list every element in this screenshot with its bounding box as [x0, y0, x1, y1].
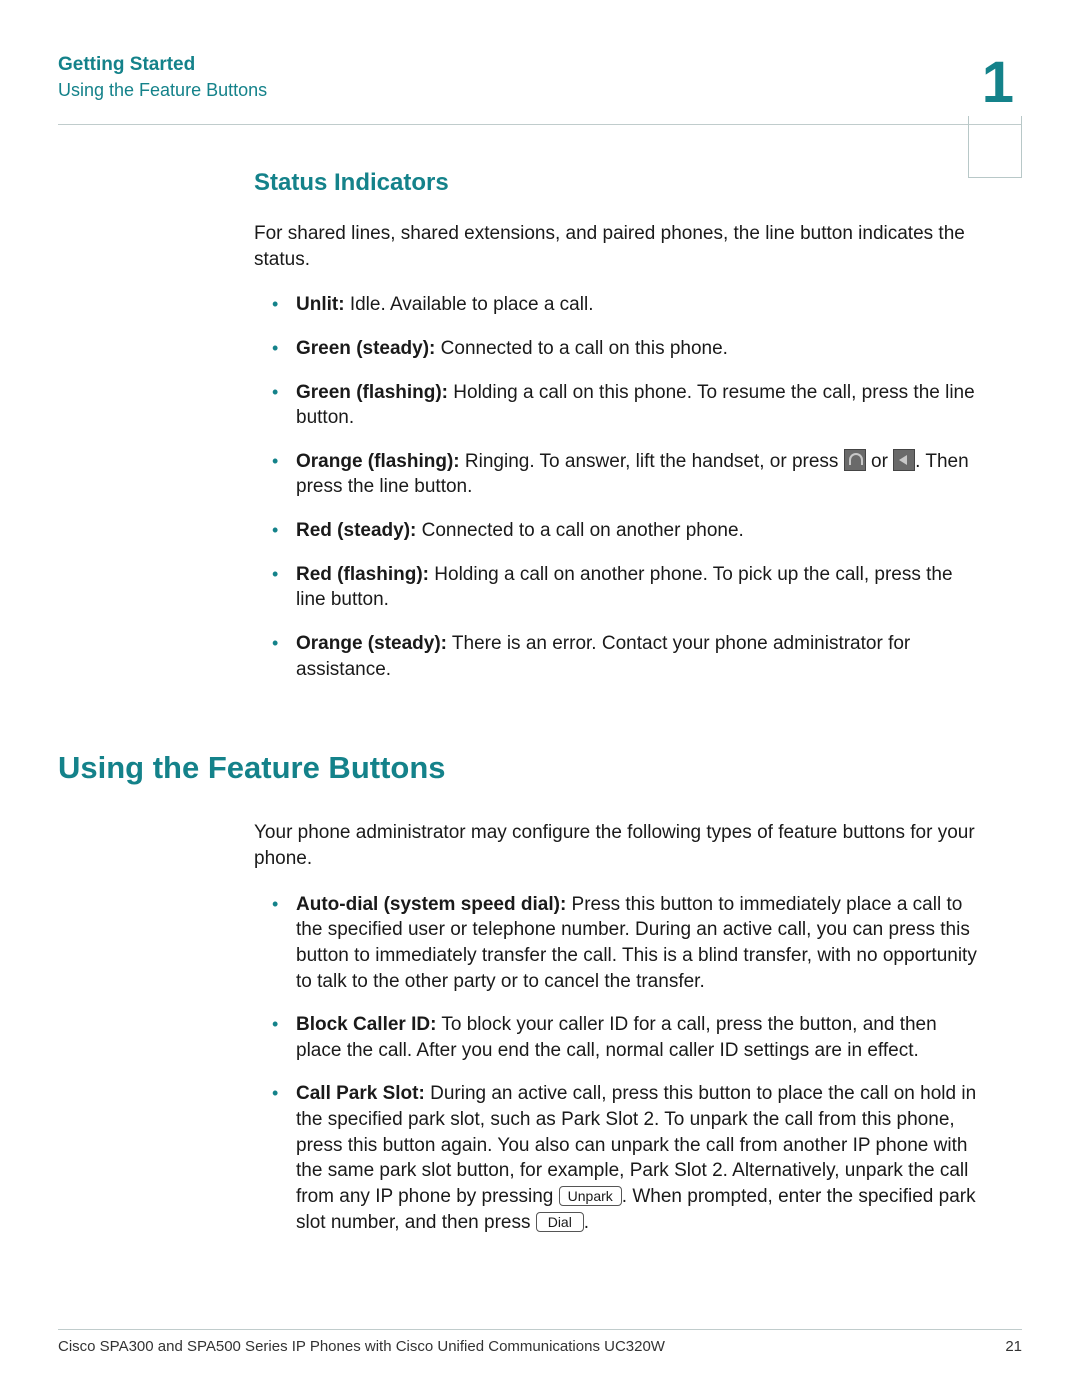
headset-icon — [844, 449, 866, 471]
item-text: Idle. Available to place a call. — [345, 294, 594, 315]
item-label: Orange (flashing): — [296, 451, 460, 472]
list-item: Block Caller ID: To block your caller ID… — [296, 1012, 986, 1063]
header-left: Getting Started Using the Feature Button… — [58, 54, 267, 101]
item-label: Call Park Slot: — [296, 1083, 425, 1104]
list-item: Unlit: Idle. Available to place a call. — [296, 292, 986, 318]
page-footer: Cisco SPA300 and SPA500 Series IP Phones… — [58, 1329, 1022, 1355]
status-intro: For shared lines, shared extensions, and… — [254, 221, 986, 272]
header-rule — [58, 124, 1022, 125]
item-text: . — [584, 1212, 589, 1233]
item-label: Green (steady): — [296, 338, 435, 359]
chapter-number: 1 — [982, 54, 1022, 112]
softkey-dial: Dial — [536, 1212, 584, 1232]
list-item: Orange (flashing): Ringing. To answer, l… — [296, 449, 986, 500]
content-block-2: Your phone administrator may configure t… — [58, 820, 1022, 1235]
item-label: Green (flashing): — [296, 382, 448, 403]
section-heading-feature-buttons: Using the Feature Buttons — [58, 750, 1022, 786]
list-item: Call Park Slot: During an active call, p… — [296, 1081, 986, 1235]
page-number: 21 — [1005, 1338, 1022, 1355]
chapter-number-box — [968, 116, 1022, 178]
list-item: Green (steady): Connected to a call on t… — [296, 336, 986, 362]
footer-rule — [58, 1329, 1022, 1330]
item-label: Red (flashing): — [296, 564, 429, 585]
item-label: Orange (steady): — [296, 633, 447, 654]
breadcrumb: Using the Feature Buttons — [58, 80, 267, 101]
section-heading-status: Status Indicators — [254, 169, 986, 197]
chapter-number-wrap: 1 — [982, 54, 1022, 112]
speaker-icon — [893, 449, 915, 471]
page-header: Getting Started Using the Feature Button… — [58, 54, 1022, 112]
item-text: or — [866, 451, 893, 472]
content-block-1: Status Indicators For shared lines, shar… — [58, 169, 1022, 682]
feature-list: Auto-dial (system speed dial): Press thi… — [254, 892, 986, 1236]
list-item: Green (flashing): Holding a call on this… — [296, 380, 986, 431]
page: Getting Started Using the Feature Button… — [0, 0, 1080, 1397]
list-item: Red (flashing): Holding a call on anothe… — [296, 562, 986, 613]
feature-intro: Your phone administrator may configure t… — [254, 820, 986, 871]
chapter-title: Getting Started — [58, 54, 267, 76]
item-text: Ringing. To answer, lift the handset, or… — [460, 451, 844, 472]
list-item: Red (steady): Connected to a call on ano… — [296, 518, 986, 544]
status-list: Unlit: Idle. Available to place a call. … — [254, 292, 986, 682]
footer-left: Cisco SPA300 and SPA500 Series IP Phones… — [58, 1338, 665, 1355]
item-text: Connected to a call on this phone. — [435, 338, 728, 359]
item-label: Red (steady): — [296, 520, 416, 541]
list-item: Auto-dial (system speed dial): Press thi… — [296, 892, 986, 995]
item-label: Block Caller ID: — [296, 1014, 436, 1035]
list-item: Orange (steady): There is an error. Cont… — [296, 631, 986, 682]
softkey-unpark: Unpark — [559, 1186, 622, 1206]
footer-row: Cisco SPA300 and SPA500 Series IP Phones… — [58, 1338, 1022, 1355]
item-text: Connected to a call on another phone. — [416, 520, 743, 541]
item-label: Unlit: — [296, 294, 345, 315]
item-label: Auto-dial (system speed dial): — [296, 894, 566, 915]
